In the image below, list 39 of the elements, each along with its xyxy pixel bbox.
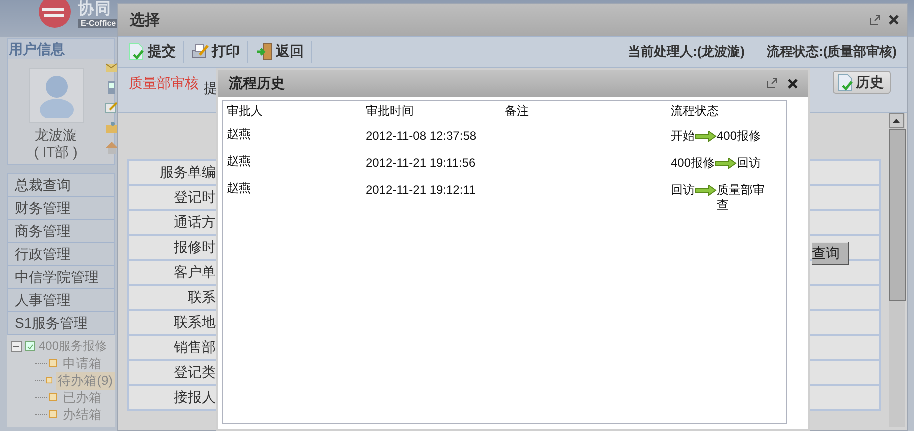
flow-step: 回访	[737, 156, 762, 171]
time-cell-text: 2012-11-08 12:37:58	[366, 129, 478, 143]
flow-status: 流程状态:(质量部审核)	[767, 43, 897, 61]
stage-label: 质量部审核	[129, 75, 199, 93]
time-cell-text: 2012-11-21 19:11:56	[366, 156, 477, 170]
menu-item[interactable]: 行政管理	[8, 243, 114, 266]
back-button[interactable]: 返回	[256, 41, 312, 63]
query-button[interactable]: 查询	[812, 242, 849, 265]
approver-cell-text: 赵燕	[227, 181, 252, 195]
menu-item[interactable]: 总裁查询	[8, 174, 114, 197]
approver-cell-text: 赵燕	[227, 127, 252, 141]
menu-item[interactable]: 财务管理	[8, 197, 114, 220]
column-header: 审批人	[227, 103, 264, 120]
window-title: 选择	[130, 10, 161, 30]
column-header: 审批时间	[366, 103, 415, 120]
flow-step: 400报修	[717, 129, 762, 144]
flow-step: 回访	[671, 183, 695, 198]
panel-title: 用户信息	[8, 39, 114, 59]
current-handler: 当前处理人:(龙波漩)	[628, 43, 745, 61]
history-button[interactable]: 历史	[833, 71, 891, 94]
flow-step: 质量部审查	[717, 183, 771, 213]
logo-text: 协同	[78, 0, 112, 19]
flow-step: 开始	[671, 129, 695, 144]
approver-cell-text: 赵燕	[227, 154, 252, 168]
column-header: 备注	[505, 103, 530, 120]
menu-item[interactable]: 中信学院管理	[8, 266, 114, 289]
stage-note: 提	[204, 80, 218, 98]
submit-button[interactable]: 提交	[128, 41, 184, 63]
print-button[interactable]: 打印	[192, 41, 248, 63]
menu-item[interactable]: S1服务管理	[8, 312, 114, 335]
dialog-title: 流程历史	[229, 74, 286, 92]
column-header: 流程状态	[671, 103, 720, 120]
user-name: 龙波漩	[34, 127, 78, 145]
logo-subtext: E-Coffice	[78, 19, 120, 28]
menu-item[interactable]: 人事管理	[8, 289, 114, 312]
time-cell-text: 2012-11-21 19:12:11	[366, 183, 477, 197]
user-department: ( IT部 )	[33, 144, 79, 162]
flow-step: 400报修	[671, 156, 716, 171]
menu-item[interactable]: 商务管理	[8, 220, 114, 243]
